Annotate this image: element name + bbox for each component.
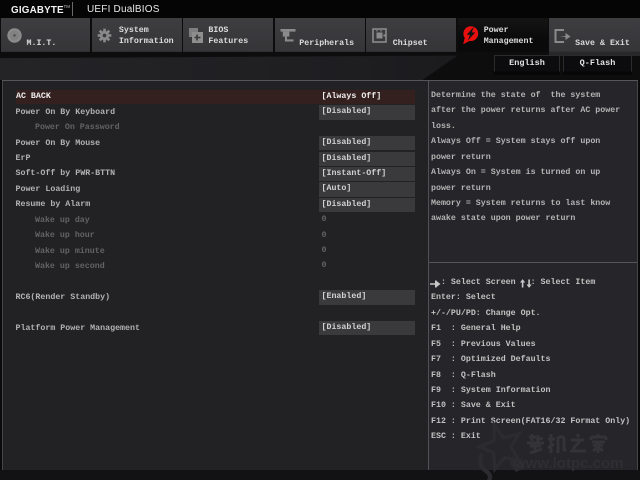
svg-text:www.lotpc.com: www.lotpc.com — [513, 455, 623, 472]
